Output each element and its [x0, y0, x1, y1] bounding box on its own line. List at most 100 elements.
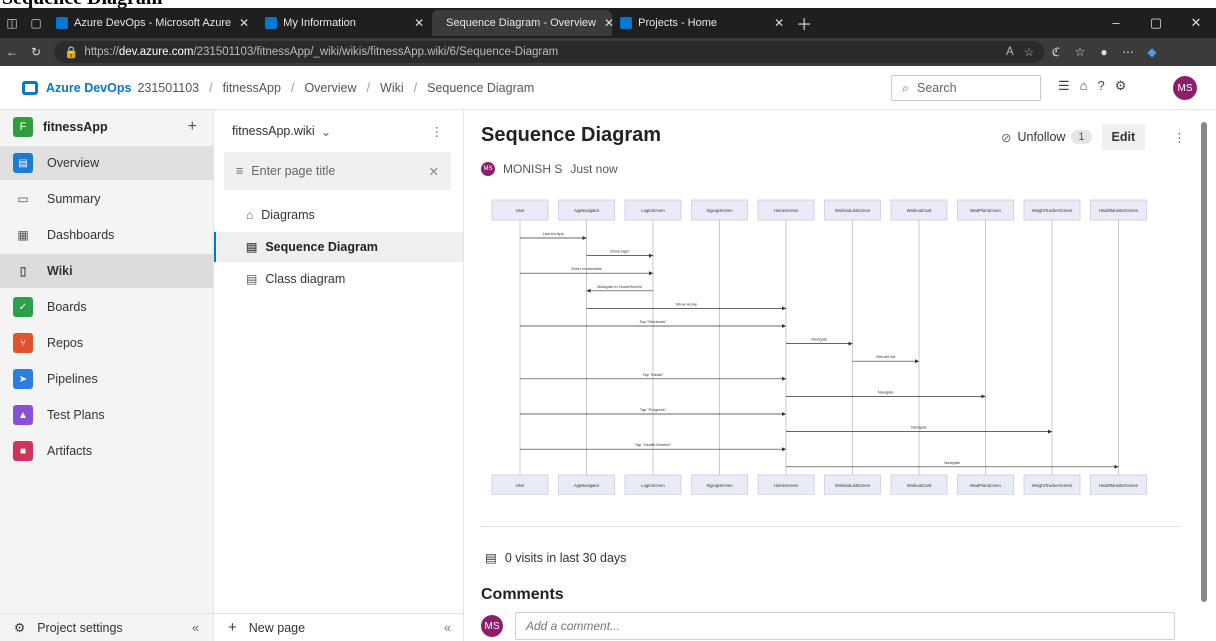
profile-icon[interactable]: ● — [1092, 45, 1116, 59]
nav-item-artifacts[interactable]: ■ Artifacts — [0, 434, 213, 468]
favorite-icon[interactable]: ☆ — [1024, 45, 1034, 59]
nav-label: Test Plans — [47, 408, 105, 422]
copilot-icon[interactable]: ◆ — [1140, 45, 1164, 59]
restore-icon[interactable]: ▢ — [1136, 8, 1176, 38]
work-items-icon[interactable]: ☰ — [1058, 78, 1070, 94]
page-label: Sequence Diagram — [265, 240, 378, 254]
close-icon[interactable]: ✕ — [774, 16, 784, 30]
new-tab-icon[interactable]: ＋ — [796, 11, 812, 35]
arrowhead — [848, 341, 853, 346]
close-icon[interactable]: ✕ — [239, 16, 249, 30]
tab-actions-icon[interactable]: ▢ — [24, 16, 48, 30]
more-actions-icon[interactable]: ⋮ — [431, 124, 444, 139]
project-settings-link[interactable]: ⚙ Project settings « — [0, 613, 213, 641]
breadcrumb-page[interactable]: Sequence Diagram — [427, 81, 534, 95]
extensions-icon[interactable]: ℭ — [1044, 45, 1068, 59]
nav-label: Overview — [47, 156, 100, 170]
minimize-icon[interactable]: – — [1096, 8, 1136, 38]
nav-item-pipelines[interactable]: ➤ Pipelines — [0, 362, 213, 396]
close-icon[interactable]: ✕ — [414, 16, 424, 30]
comment-input[interactable]: Add a comment... — [515, 612, 1175, 640]
participant-label: AppNavigator — [574, 483, 600, 488]
nav-item-summary[interactable]: ▭ Summary — [0, 182, 213, 216]
favorites-icon[interactable]: ☆ — [1068, 45, 1092, 59]
unfollow-icon: ⊘ — [1001, 130, 1012, 145]
last-updated: Just now — [570, 162, 618, 176]
tab-label: My Information — [283, 17, 356, 29]
nav-item-overview[interactable]: ▤ Overview — [0, 146, 213, 180]
filter-placeholder: Enter page title — [251, 164, 336, 178]
edit-button[interactable]: Edit — [1101, 124, 1146, 150]
tab-azure-devops[interactable]: Azure DevOps - Microsoft Azure ✕ — [48, 10, 257, 36]
brand-link[interactable]: Azure DevOps — [46, 81, 131, 95]
breadcrumb-overview[interactable]: Overview — [304, 81, 356, 95]
tab-label: Projects - Home — [638, 17, 718, 29]
more-actions-icon[interactable]: ⋮ — [1173, 130, 1186, 145]
collapse-pane-icon[interactable]: « — [444, 621, 451, 635]
nav-item-boards[interactable]: ✓ Boards — [0, 290, 213, 324]
summary-icon: ▭ — [17, 192, 29, 206]
tree-page-diagrams[interactable]: ⌂ Diagrams — [214, 200, 463, 230]
new-page-label: New page — [248, 620, 306, 635]
user-settings-icon[interactable]: ⚙ — [1115, 78, 1127, 94]
azure-devops-logo-icon[interactable] — [22, 80, 38, 95]
page-scrollbar[interactable] — [1198, 110, 1216, 641]
nav-item-test-plans[interactable]: ▲ Test Plans — [0, 398, 213, 432]
message-label: Navigate — [911, 425, 928, 430]
participant-label: MealPlanScreen — [970, 483, 1001, 488]
message-label: Show Home — [675, 301, 698, 306]
user-avatar[interactable]: MS — [1173, 76, 1197, 100]
page-author: MS MONISH S Just now — [481, 162, 618, 176]
page-title-filter[interactable]: ≡ Enter page title ✕ — [224, 152, 451, 190]
sequence-diagram: User User AppNavigator AppNavigator LoginScr… — [491, 199, 1147, 495]
nav-item-repos[interactable]: ⑂ Repos — [0, 326, 213, 360]
arrowhead — [782, 324, 786, 328]
message-label: Navigate to HomeScreen — [597, 284, 642, 289]
clear-icon[interactable]: ✕ — [429, 164, 439, 179]
close-window-icon[interactable]: ✕ — [1176, 8, 1216, 38]
participant-label: WorkoutCard — [907, 483, 932, 488]
nav-item-dashboards[interactable]: ▦ Dashboards — [0, 218, 213, 252]
new-page-button[interactable]: + New page « — [214, 613, 463, 641]
back-icon[interactable]: ← — [0, 45, 24, 59]
document-title: Sequence Diagram — [0, 0, 1216, 8]
nav-item-wiki[interactable]: ▯ Wiki — [0, 254, 213, 288]
search-input[interactable]: ⌕ Search — [891, 75, 1041, 101]
nav-label: Repos — [47, 336, 84, 350]
message-label: Tap "Progress" — [640, 407, 667, 412]
participant-label: WorkoutListScreen — [835, 208, 871, 213]
breadcrumb-separator: / — [209, 80, 213, 95]
author-name[interactable]: MONISH S — [503, 162, 562, 176]
marketplace-icon[interactable]: ⌂ — [1080, 78, 1088, 94]
project-selector[interactable]: F fitnessApp + — [0, 110, 213, 144]
tab-my-information[interactable]: My Information ✕ — [257, 10, 432, 36]
help-icon[interactable]: ? — [1098, 78, 1105, 94]
unfollow-button[interactable]: ⊘ Unfollow 1 — [1001, 130, 1092, 145]
refresh-icon[interactable]: ↻ — [24, 45, 48, 59]
tab-sequence-diagram[interactable]: Sequence Diagram - Overview ✕ — [432, 10, 614, 36]
wiki-selector[interactable]: fitnessApp.wiki ⌄ ⋮ — [214, 110, 463, 152]
dashboards-icon: ▦ — [17, 228, 29, 242]
scrollbar-thumb[interactable] — [1201, 122, 1207, 602]
participant-label: SignupScreen — [706, 208, 733, 213]
participant-label: SignupScreen — [706, 483, 733, 488]
tree-page-sequence-diagram[interactable]: ▤ Sequence Diagram — [214, 232, 463, 262]
read-aloud-icon[interactable]: A — [1006, 46, 1014, 58]
unfollow-label: Unfollow — [1017, 130, 1066, 144]
overview-icon: ▤ — [13, 153, 33, 173]
breadcrumb-wiki[interactable]: Wiki — [380, 81, 404, 95]
participant-label: HomeScreen — [774, 483, 799, 488]
breadcrumb-project[interactable]: fitnessApp — [223, 81, 281, 95]
new-item-icon[interactable]: + — [188, 118, 197, 136]
more-icon[interactable]: ⋯ — [1116, 45, 1140, 59]
org-link[interactable]: 231501103 — [137, 81, 199, 95]
collapse-icon[interactable]: « — [192, 621, 199, 635]
filter-icon: ≡ — [236, 164, 244, 178]
wiki-content: Sequence Diagram ⊘ Unfollow 1 Edit ⋮ MS … — [465, 110, 1195, 641]
tab-projects-home[interactable]: Projects - Home ✕ — [612, 10, 792, 36]
workspaces-icon[interactable]: ◫ — [0, 16, 24, 30]
tree-page-class-diagram[interactable]: ▤ Class diagram — [214, 264, 463, 294]
page-visits[interactable]: ▤ 0 visits in last 30 days — [485, 550, 626, 566]
url-field[interactable]: 🔒 https://dev.azure.com/231501103/fitnes… — [54, 41, 1044, 63]
plus-icon: + — [228, 619, 237, 636]
